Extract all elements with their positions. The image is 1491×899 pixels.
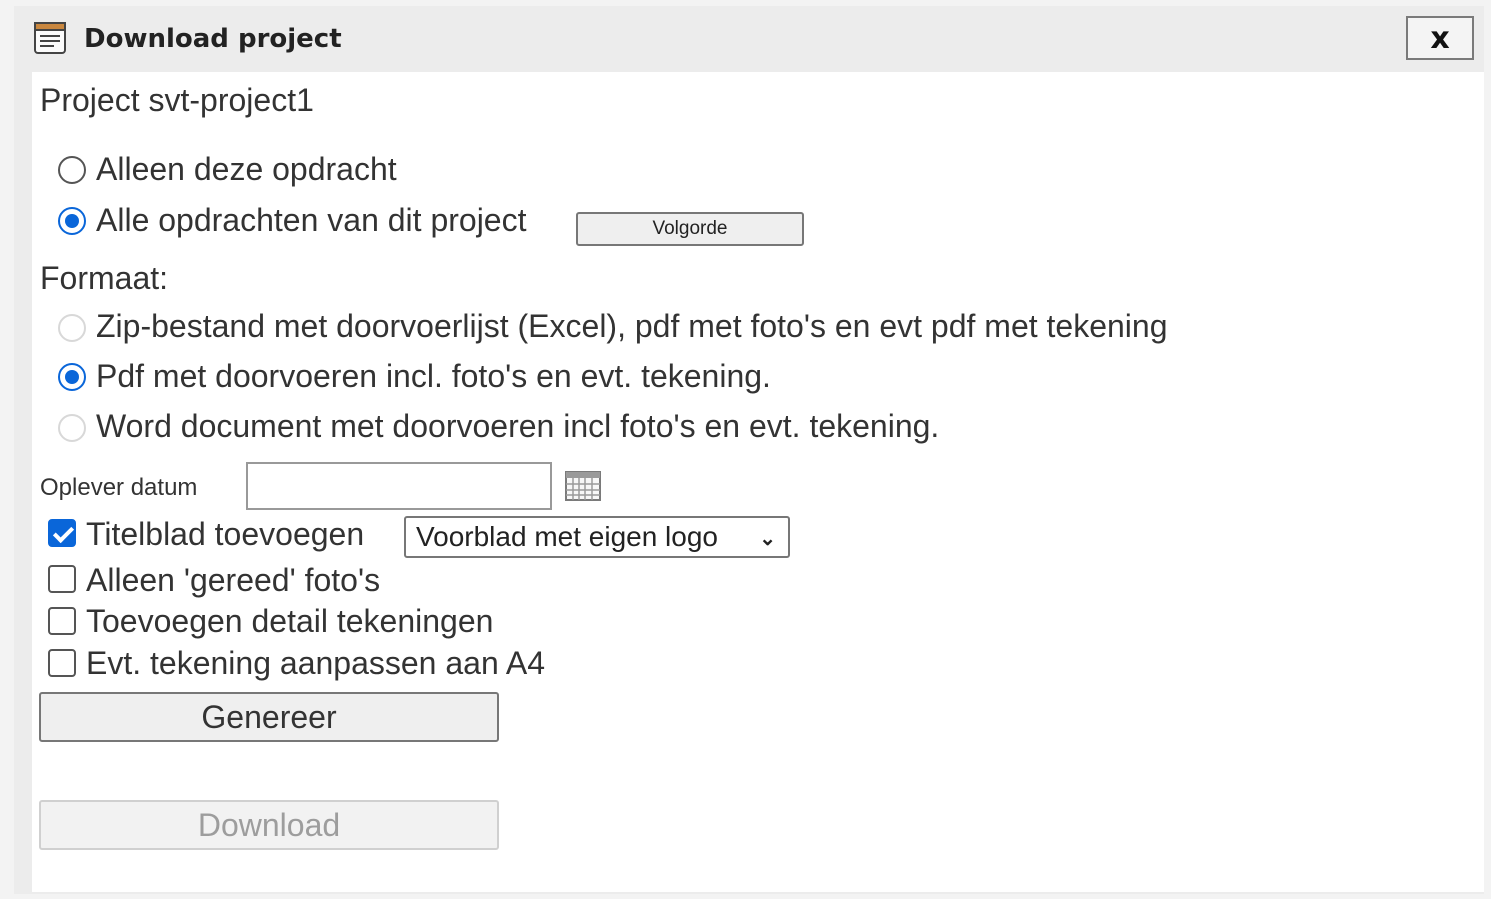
dialog-title: Download project [84,24,342,54]
format-label-pdf: Pdf met doorvoeren incl. foto's en evt. … [96,358,771,394]
add-detail-drawings-checkbox[interactable] [48,607,76,635]
format-label-word: Word document met doorvoeren incl foto's… [96,408,940,444]
only-done-photos-label: Alleen 'gereed' foto's [86,562,381,598]
scope-label-this-assignment: Alleen deze opdracht [96,151,397,187]
title-page-checkbox[interactable] [48,519,76,547]
only-done-photos-checkbox[interactable] [48,565,76,593]
calendar-icon[interactable] [564,468,602,504]
download-project-dialog: Download project x Project svt-project1 … [14,6,1484,894]
title-page-select-value: Voorblad met eigen logo [416,521,718,552]
format-radio-pdf[interactable] [58,363,86,391]
delivery-date-label: Oplever datum [40,474,198,501]
fit-drawing-a4-checkbox[interactable] [48,649,76,677]
scope-label-all-assignments: Alle opdrachten van dit project [96,202,527,238]
format-radio-zip[interactable] [58,314,86,342]
delivery-date-input[interactable] [246,462,552,510]
format-radio-word[interactable] [58,414,86,442]
format-label: Formaat: [40,260,169,296]
add-detail-drawings-label: Toevoegen detail tekeningen [86,603,494,639]
order-button[interactable]: Volgorde [576,212,804,246]
generate-button[interactable]: Genereer [39,692,499,742]
scope-radio-all-assignments[interactable] [58,207,86,235]
window-icon [34,22,66,54]
title-page-label: Titelblad toevoegen [86,516,365,552]
title-page-select[interactable]: Voorblad met eigen logo ⌄ [404,516,790,558]
dialog-titlebar: Download project x [14,6,1484,72]
project-heading: Project svt-project1 [40,82,314,118]
scope-radio-this-assignment[interactable] [58,156,86,184]
chevron-down-icon: ⌄ [759,528,776,550]
download-button[interactable]: Download [39,800,499,850]
fit-drawing-a4-label: Evt. tekening aanpassen aan A4 [86,645,546,681]
dialog-content: Project svt-project1 Alleen deze opdrach… [32,72,1484,892]
format-label-zip: Zip-bestand met doorvoerlijst (Excel), p… [96,308,1168,344]
close-button[interactable]: x [1406,16,1474,60]
